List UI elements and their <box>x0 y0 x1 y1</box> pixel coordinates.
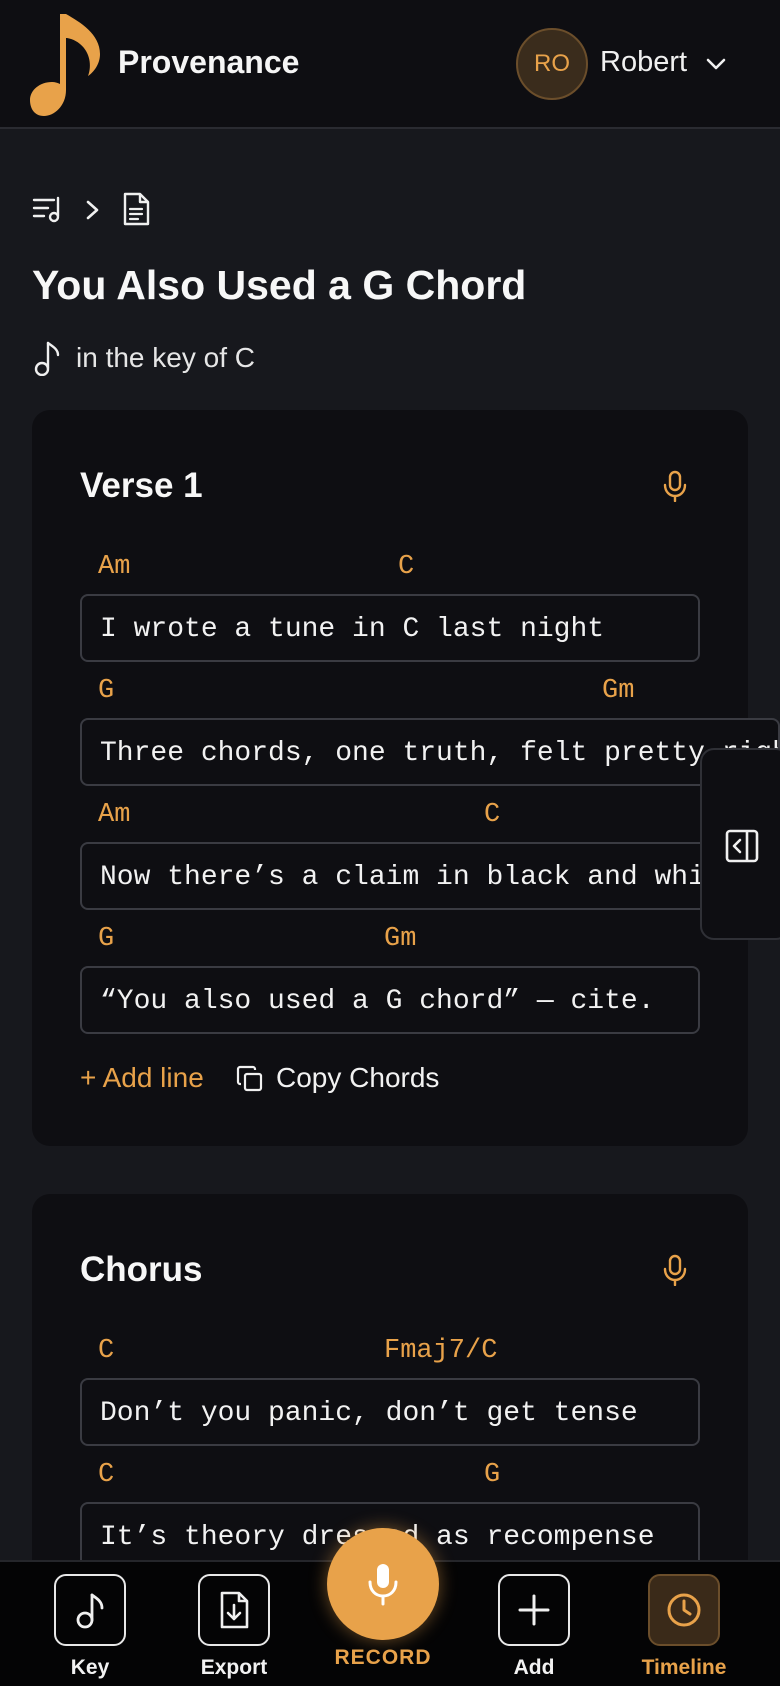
lyric-line-input[interactable]: “You also used a G chord” — cite. <box>80 966 700 1034</box>
copy-chords-button[interactable]: Copy Chords <box>276 1062 439 1094</box>
chord-row[interactable]: G Gm <box>80 924 708 964</box>
microphone-icon[interactable] <box>662 470 688 502</box>
chord-label[interactable]: Gm <box>384 924 416 954</box>
document-icon[interactable] <box>120 192 152 226</box>
record-button[interactable] <box>327 1528 439 1640</box>
nav-add-box[interactable] <box>498 1574 570 1646</box>
chord-label[interactable]: Fmaj7/C <box>384 1336 497 1366</box>
music-note-logo-icon <box>30 14 100 116</box>
chord-row[interactable]: G Gm <box>80 676 708 716</box>
file-download-icon <box>220 1591 249 1629</box>
chord-label[interactable]: C <box>398 552 414 582</box>
record-label[interactable]: RECORD <box>320 1646 446 1670</box>
section-title: Chorus <box>80 1250 203 1289</box>
section-title: Verse 1 <box>80 466 203 505</box>
nav-add-label: Add <box>513 1656 555 1679</box>
chord-label[interactable]: Am <box>98 552 130 582</box>
user-name[interactable]: Robert <box>600 46 687 79</box>
plus-icon <box>518 1594 550 1626</box>
music-note-icon <box>76 1593 104 1629</box>
nav-timeline[interactable]: Timeline <box>630 1574 750 1684</box>
avatar[interactable]: RO <box>516 28 588 100</box>
song-list-icon[interactable] <box>32 194 64 226</box>
song-key-label[interactable]: in the key of C <box>76 342 255 374</box>
chord-row[interactable]: C Fmaj7/C <box>80 1336 708 1376</box>
chord-label[interactable]: Gm <box>602 676 634 706</box>
lyric-line-input[interactable]: Three chords, one truth, felt pretty rig… <box>80 718 780 786</box>
chord-row[interactable]: Am C <box>80 800 708 840</box>
chord-label[interactable]: Am <box>98 800 130 830</box>
microphone-icon[interactable] <box>662 1254 688 1286</box>
nav-export[interactable]: Export <box>180 1574 300 1684</box>
panel-expand-icon <box>725 829 759 863</box>
nav-timeline-box[interactable] <box>648 1574 720 1646</box>
music-note-icon <box>34 341 60 376</box>
copy-icon[interactable] <box>236 1065 264 1093</box>
nav-key-box[interactable] <box>54 1574 126 1646</box>
nav-export-box[interactable] <box>198 1574 270 1646</box>
nav-timeline-label: Timeline <box>641 1656 727 1679</box>
chord-label[interactable]: G <box>98 924 114 954</box>
chord-label[interactable]: G <box>484 1460 500 1490</box>
chord-label[interactable]: C <box>484 800 500 830</box>
side-panel-toggle[interactable] <box>700 748 780 940</box>
lyric-line-input[interactable]: I wrote a tune in C last night <box>80 594 700 662</box>
chord-row[interactable]: C G <box>80 1460 708 1500</box>
nav-export-label: Export <box>200 1656 268 1679</box>
lyric-line-input[interactable]: Now there’s a claim in black and white <box>80 842 740 910</box>
chord-row[interactable]: Am C <box>80 552 708 592</box>
app-header: Provenance RO Robert <box>0 0 780 129</box>
nav-key-label: Key <box>70 1656 110 1679</box>
clock-icon <box>667 1593 701 1627</box>
chevron-down-icon[interactable] <box>702 50 730 78</box>
lyric-line-input[interactable]: Don’t you panic, don’t get tense <box>80 1378 700 1446</box>
page-title: You Also Used a G Chord <box>32 262 527 308</box>
chord-label[interactable]: C <box>98 1460 114 1490</box>
microphone-icon <box>368 1564 398 1606</box>
brand-name: Provenance <box>118 44 300 80</box>
add-line-button[interactable]: + Add line <box>80 1062 204 1094</box>
nav-add[interactable]: Add <box>480 1574 600 1684</box>
nav-key[interactable]: Key <box>36 1574 156 1684</box>
chord-label[interactable]: C <box>98 1336 114 1366</box>
section-card-verse-1: Verse 1 Am C I wrote a tune in C last ni… <box>32 410 780 1146</box>
chevron-right-icon <box>86 200 99 220</box>
chord-label[interactable]: G <box>98 676 114 706</box>
